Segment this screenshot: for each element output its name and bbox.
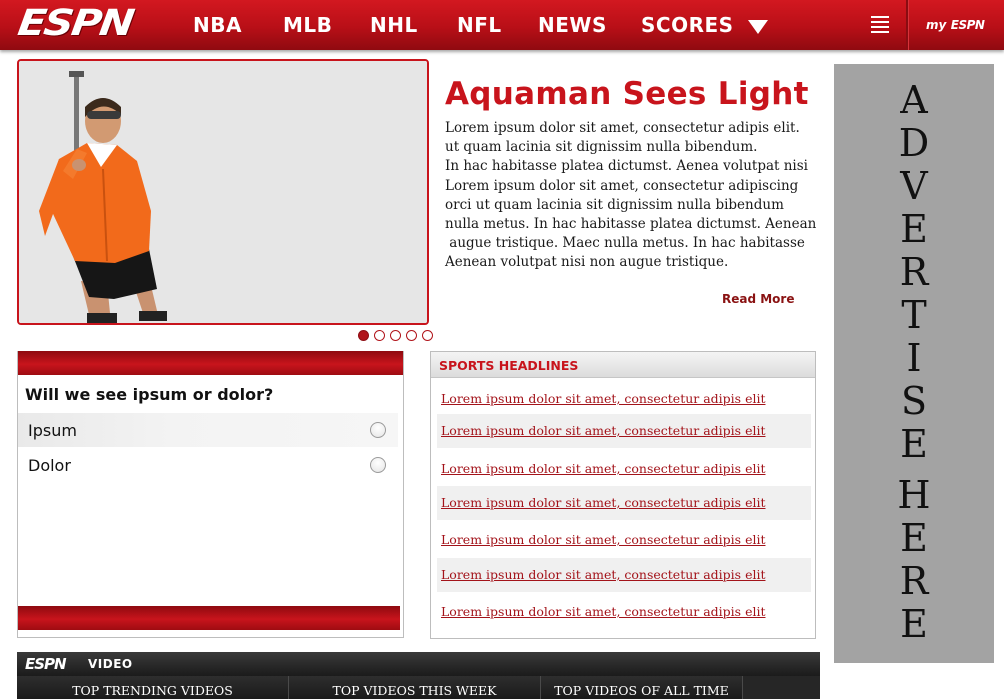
nav-item-scores[interactable]: SCORES [641,12,734,38]
ad-letter: E [900,602,928,646]
poll-header-bar [18,351,403,375]
nav-more-dropdown-icon[interactable] [748,20,768,34]
headline-row: Lorem ipsum dolor sit amet, consectetur … [437,382,811,416]
headline-link[interactable]: Lorem ipsum dolor sit amet, consectetur … [441,423,766,438]
ad-text-here: HERE [834,474,994,646]
my-espn-brand: ESPN [950,18,985,32]
headline-link[interactable]: Lorem ipsum dolor sit amet, consectetur … [441,495,766,510]
nav-item-nba[interactable]: NBA [193,12,242,38]
carousel-dot-2[interactable] [374,330,385,341]
headline-link[interactable]: Lorem ipsum dolor sit amet, consectetur … [441,391,766,406]
ad-letter: V [900,164,928,208]
tab-label: TOP VIDEOS OF ALL TIME [554,683,729,698]
hero-body-text: Lorem ipsum dolor sit amet, consectetur … [445,119,825,273]
hero-body-line: In hac habitasse platea dictumst. Aenea … [445,158,808,175]
headline-row: Lorem ipsum dolor sit amet, consectetur … [437,558,811,592]
poll-option-dolor[interactable]: Dolor [18,448,398,482]
hero-body-line: ut quam lacinia sit dignissim nulla bibe… [445,139,758,156]
header-divider [906,0,909,50]
hero-body-line: augue tristique. Maec nulla metus. In ha… [445,235,805,252]
video-section-label: VIDEO [88,657,133,671]
tab-top-trending-videos[interactable]: TOP TRENDING VIDEOS [17,676,289,699]
poll-option-label: Ipsum [28,421,77,440]
headline-link[interactable]: Lorem ipsum dolor sit amet, consectetur … [441,567,766,582]
ad-letter: R [899,559,929,603]
video-section-bar: ESPN VIDEO [17,652,820,676]
tab-label: TOP TRENDING VIDEOS [72,683,233,698]
ad-text-advertise: ADVERTISE [834,79,994,466]
ad-letter: H [897,473,931,517]
headline-link[interactable]: Lorem ipsum dolor sit amet, consectetur … [441,461,766,476]
poll-question: Will we see ipsum or dolor? [25,385,274,404]
ad-letter: D [898,121,930,165]
ad-letter: E [900,516,928,560]
poll-widget: Will we see ipsum or dolor? Ipsum Dolor [17,351,404,638]
headline-row: Lorem ipsum dolor sit amet, consectetur … [437,595,811,629]
poll-option-ipsum[interactable]: Ipsum [18,413,398,447]
carousel-dot-4[interactable] [406,330,417,341]
hero-image-frame[interactable] [17,59,429,325]
top-navigation-bar: ESPN NBA MLB NHL NFL NEWS SCORES my ESPN [0,0,1004,50]
ad-letter: S [900,379,928,423]
sports-headlines-panel: SPORTS HEADLINES Lorem ipsum dolor sit a… [430,351,816,639]
hero-body-line: Lorem ipsum dolor sit amet, consectetur … [445,120,800,136]
headlines-title: SPORTS HEADLINES [439,358,579,373]
headline-link[interactable]: Lorem ipsum dolor sit amet, consectetur … [441,532,766,547]
video-tabs: TOP TRENDING VIDEOS TOP VIDEOS THIS WEEK… [17,676,820,699]
nav-item-nfl[interactable]: NFL [457,12,502,38]
headline-link[interactable]: Lorem ipsum dolor sit amet, consectetur … [441,604,766,619]
ad-letter: T [901,293,927,337]
poll-radio-ipsum[interactable] [370,422,386,438]
nav-item-mlb[interactable]: MLB [283,12,332,38]
poll-footer-bar [18,606,400,630]
hero-body-line: Lorem ipsum dolor sit amet, consectetur … [445,177,799,194]
hero-headline[interactable]: Aquaman Sees Light [445,76,809,112]
hero-body-line: orci ut quam lacinia sit dignissim nulla… [445,196,784,213]
my-espn-prefix: my [926,18,947,32]
nav-item-news[interactable]: NEWS [538,12,607,38]
tab-top-videos-all-time[interactable]: TOP VIDEOS OF ALL TIME [541,676,743,699]
advertisement-banner[interactable]: ADVERTISE HERE [834,64,994,663]
headlines-header: SPORTS HEADLINES [431,352,815,378]
hero-body-line: Aenean volutpat nisi non augue tristique… [445,254,729,271]
ad-letter: E [900,422,928,466]
hero-body-line: nulla metus. In hac habitasse platea dic… [445,216,817,233]
read-more-link[interactable]: Read More [722,292,795,306]
headline-row: Lorem ipsum dolor sit amet, consectetur … [437,523,811,557]
hero-photo-athlete [19,61,427,323]
tab-label: TOP VIDEOS THIS WEEK [332,683,497,698]
video-espn-logo: ESPN [25,655,67,673]
tab-top-videos-this-week[interactable]: TOP VIDEOS THIS WEEK [289,676,541,699]
poll-option-label: Dolor [28,456,71,475]
ad-letter: I [906,336,922,380]
ad-letter: A [900,78,928,122]
ad-letter: R [899,250,929,294]
headline-row: Lorem ipsum dolor sit amet, consectetur … [437,452,811,486]
hamburger-menu-icon[interactable] [868,16,892,36]
my-espn-link[interactable]: my ESPN [926,16,985,34]
espn-logo[interactable]: ESPN [15,3,135,44]
ad-letter: E [900,207,928,251]
headline-row: Lorem ipsum dolor sit amet, consectetur … [437,414,811,448]
nav-item-nhl[interactable]: NHL [370,12,418,38]
poll-radio-dolor[interactable] [370,457,386,473]
carousel-dot-5[interactable] [422,330,433,341]
headline-row: Lorem ipsum dolor sit amet, consectetur … [437,486,811,520]
carousel-dot-1[interactable] [358,330,369,341]
carousel-dot-3[interactable] [390,330,401,341]
